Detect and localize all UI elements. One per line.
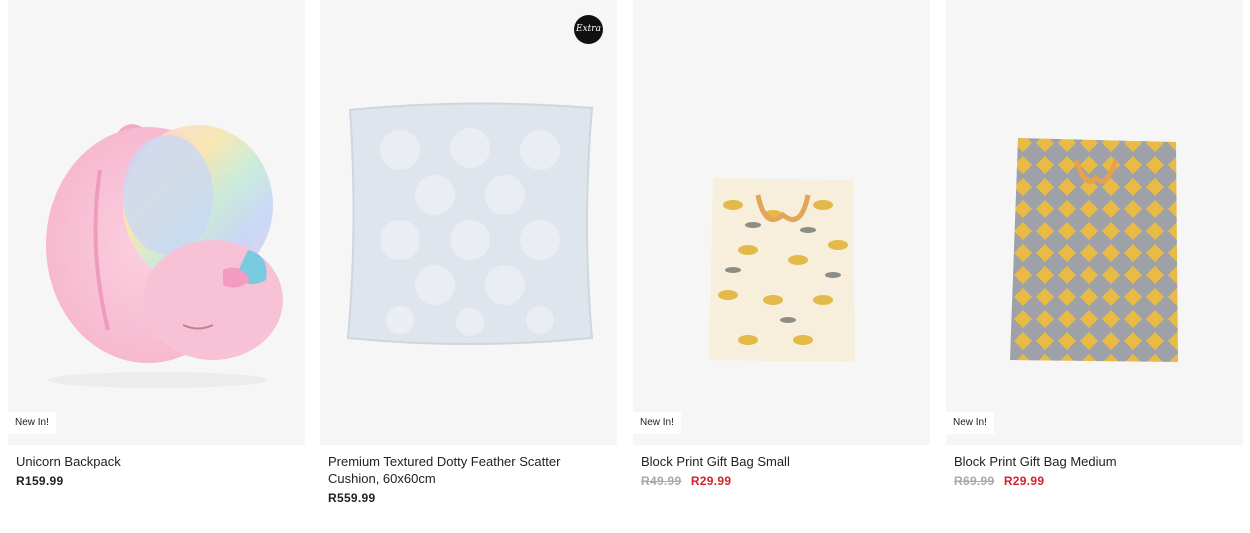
original-price: R69.99 xyxy=(954,474,995,488)
product-title[interactable]: Premium Textured Dotty Feather Scatter C… xyxy=(328,453,609,487)
product-title[interactable]: Unicorn Backpack xyxy=(16,453,297,470)
extra-brand-logo: Extra xyxy=(574,15,603,44)
grey-cushion-image xyxy=(346,102,594,345)
original-price: R49.99 xyxy=(641,474,682,488)
yellow-diamond-gift-bag-image xyxy=(1010,138,1178,362)
product-image-link[interactable]: New In! xyxy=(633,0,930,445)
product-card[interactable]: New In! Unicorn Backpack R159.99 xyxy=(8,0,305,488)
sale-price: R29.99 xyxy=(1003,474,1045,488)
product-image-link[interactable]: Extra xyxy=(320,0,617,445)
product-card[interactable]: New In! Block Print Gift Bag Small R49.9… xyxy=(633,0,930,488)
yellow-leaf-gift-bag-image xyxy=(709,178,855,362)
unicorn-backpack-image xyxy=(46,124,283,388)
price-group: R159.99 xyxy=(16,474,297,488)
product-title[interactable]: Block Print Gift Bag Small xyxy=(641,453,922,470)
product-card[interactable]: New In! Block Print Gift Bag Medium R69.… xyxy=(946,0,1243,488)
product-card[interactable]: Extra Premium Textured Dotty Feather Sca… xyxy=(320,0,617,505)
product-image-link[interactable]: New In! xyxy=(946,0,1243,445)
product-price: R559.99 xyxy=(328,491,376,505)
product-grid: New In! Unicorn Backpack R159.99 Extra P… xyxy=(0,0,1250,533)
product-title[interactable]: Block Print Gift Bag Medium xyxy=(954,453,1235,470)
sale-price: R29.99 xyxy=(690,474,732,488)
new-in-badge: New In! xyxy=(8,412,56,434)
price-group: R69.99 R29.99 xyxy=(954,474,1235,488)
product-image-link[interactable]: New In! xyxy=(8,0,305,445)
price-group: R559.99 xyxy=(328,491,609,505)
new-in-badge: New In! xyxy=(633,412,681,434)
price-group: R49.99 R29.99 xyxy=(641,474,922,488)
new-in-badge: New In! xyxy=(946,412,994,434)
product-price: R159.99 xyxy=(16,474,64,488)
